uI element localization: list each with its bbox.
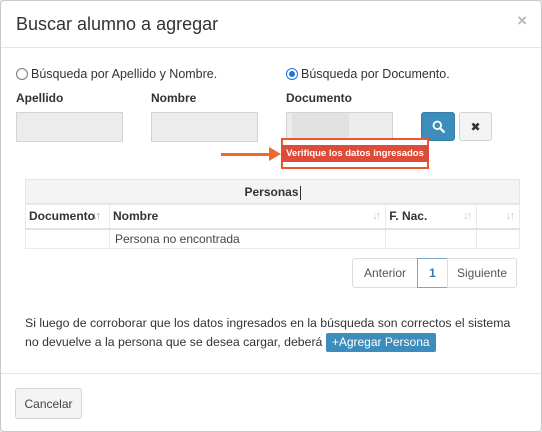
- nombre-input[interactable]: [151, 112, 258, 142]
- column-header-fecha-nacimiento[interactable]: F. Nac. ↓↑: [385, 204, 478, 230]
- footer-divider: [1, 373, 541, 374]
- column-label: F. Nac.: [389, 209, 428, 224]
- radio-label: Búsqueda por Apellido y Nombre.: [31, 67, 218, 81]
- clear-button[interactable]: ✖: [459, 112, 492, 141]
- persons-table: Personas Documento ↓↑ Nombre ↓↑ F. Nac. …: [25, 179, 520, 249]
- apellido-input[interactable]: [16, 112, 123, 142]
- sort-icon: ↓↑: [506, 210, 515, 222]
- column-header-actions[interactable]: ↓↑: [476, 204, 520, 230]
- radio-button[interactable]: [16, 68, 28, 80]
- table-cell: [25, 228, 110, 249]
- search-icon: [432, 120, 445, 133]
- add-person-button[interactable]: +Agregar Persona: [325, 333, 436, 352]
- sort-icon: ↓↑: [463, 210, 472, 222]
- column-header-documento[interactable]: Documento ↓↑: [25, 204, 110, 230]
- pagination-previous[interactable]: Anterior: [352, 258, 418, 288]
- annotation-arrow-head: [269, 147, 281, 161]
- error-message: Verifique los datos ingresados: [281, 145, 429, 162]
- annotation-arrow: [221, 153, 271, 156]
- pagination-next[interactable]: Siguiente: [447, 258, 517, 288]
- table-caption-text: Personas: [244, 185, 299, 199]
- column-label: Nombre: [112, 209, 159, 224]
- table-cell: [385, 228, 478, 249]
- table-caption: Personas: [25, 179, 520, 204]
- modal-title: Buscar alumno a agregar: [16, 14, 219, 34]
- modal-header: Buscar alumno a agregar ×: [1, 1, 541, 48]
- plus-icon: +: [331, 335, 339, 349]
- radio-search-by-name[interactable]: Búsqueda por Apellido y Nombre.: [16, 67, 217, 81]
- error-highlight-box: Verifique los datos ingresados: [281, 138, 429, 169]
- table-row: Persona no encontrada: [25, 228, 520, 249]
- column-header-nombre[interactable]: Nombre ↓↑: [108, 204, 387, 230]
- column-label: Documento: [29, 209, 95, 224]
- table-cell: [476, 228, 520, 249]
- text-cursor: [299, 185, 301, 200]
- apellido-label: Apellido: [16, 91, 64, 105]
- close-icon[interactable]: ×: [517, 11, 527, 31]
- radio-label: Búsqueda por Documento.: [301, 67, 450, 81]
- sort-icon: ↓↑: [372, 210, 381, 222]
- documento-label: Documento: [286, 91, 352, 105]
- radio-search-by-document[interactable]: Búsqueda por Documento.: [286, 67, 450, 81]
- pagination: Anterior 1 Siguiente: [352, 258, 517, 288]
- table-cell: Persona no encontrada: [108, 228, 387, 249]
- cancel-button[interactable]: Cancelar: [15, 388, 82, 419]
- help-text: Si luego de corroborar que los datos ing…: [25, 316, 511, 349]
- search-button[interactable]: [421, 112, 455, 141]
- sort-icon: ↓↑: [92, 210, 101, 222]
- help-text-block: Si luego de corroborar que los datos ing…: [25, 314, 520, 352]
- nombre-label: Nombre: [151, 91, 197, 105]
- search-student-modal: Buscar alumno a agregar × Búsqueda por A…: [0, 0, 542, 432]
- pagination-page-1[interactable]: 1: [417, 258, 448, 288]
- radio-button-checked[interactable]: [286, 68, 298, 80]
- close-icon: ✖: [470, 119, 481, 134]
- add-person-label: Agregar Persona: [338, 335, 430, 349]
